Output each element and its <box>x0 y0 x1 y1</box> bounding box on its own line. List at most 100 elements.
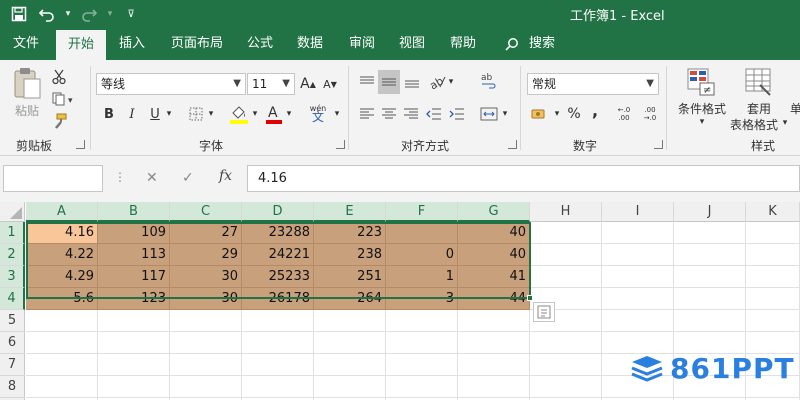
align-top-icon[interactable] <box>357 72 377 92</box>
row-header-7[interactable]: 7 <box>0 354 25 376</box>
cell-b2[interactable]: 113 <box>98 244 170 266</box>
cell-a3[interactable]: 4.29 <box>26 266 98 288</box>
redo-dropdown-icon[interactable]: ▾ <box>106 3 114 25</box>
cell-f8[interactable] <box>386 376 458 398</box>
cell-b8[interactable] <box>98 376 170 398</box>
conditional-formatting-label[interactable]: 条件格式 <box>676 100 728 116</box>
cell-i2[interactable] <box>602 244 674 266</box>
cell-a4[interactable]: 5.6 <box>26 288 98 310</box>
cell-j1[interactable] <box>674 222 746 244</box>
cell-b4[interactable]: 123 <box>98 288 170 310</box>
cell-f4[interactable]: 3 <box>386 288 458 310</box>
cell-styles-label[interactable]: 单 <box>790 100 800 116</box>
cell-g2[interactable]: 40 <box>458 244 530 266</box>
cell-c6[interactable] <box>170 332 242 354</box>
customize-qat-icon[interactable]: ⊽ <box>120 3 142 25</box>
cell-g6[interactable] <box>458 332 530 354</box>
select-all-corner[interactable] <box>0 202 25 222</box>
number-format-combo[interactable]: 常规 ▼ <box>527 73 659 95</box>
column-header-k[interactable]: K <box>746 202 800 222</box>
bold-button[interactable]: B <box>100 104 118 124</box>
cell-e1[interactable]: 223 <box>314 222 386 244</box>
cell-j2[interactable] <box>674 244 746 266</box>
cell-b5[interactable] <box>98 310 170 332</box>
row-header-6[interactable]: 6 <box>0 332 25 354</box>
italic-button[interactable]: I <box>123 104 141 124</box>
cell-b6[interactable] <box>98 332 170 354</box>
more-options-icon[interactable]: ⋮ <box>114 170 126 184</box>
cell-f3[interactable]: 1 <box>386 266 458 288</box>
row-header-2[interactable]: 2 <box>0 244 25 266</box>
cell-h6[interactable] <box>530 332 602 354</box>
cell-b3[interactable]: 117 <box>98 266 170 288</box>
font-launcher-icon[interactable] <box>336 140 345 149</box>
align-center-icon[interactable] <box>379 104 399 124</box>
accounting-format-icon[interactable] <box>528 104 552 124</box>
cut-icon[interactable] <box>50 68 68 86</box>
cell-e4[interactable]: 264 <box>314 288 386 310</box>
row-header-5[interactable]: 5 <box>0 310 25 332</box>
cell-i1[interactable] <box>602 222 674 244</box>
cell-c8[interactable] <box>170 376 242 398</box>
clipboard-launcher-icon[interactable] <box>76 140 85 149</box>
cell-g5[interactable] <box>458 310 530 332</box>
copy-icon[interactable]: ▾ <box>50 90 78 108</box>
cell-c3[interactable]: 30 <box>170 266 242 288</box>
grow-font-icon[interactable]: A ▲ <box>298 74 318 94</box>
cell-g4[interactable]: 44 <box>458 288 530 310</box>
decrease-indent-icon[interactable] <box>424 104 444 124</box>
align-bottom-icon[interactable] <box>402 72 422 92</box>
borders-dropdown-icon[interactable]: ▾ <box>206 106 216 122</box>
cell-k6[interactable] <box>746 332 800 354</box>
font-size-combo[interactable]: 11 ▼ <box>247 73 295 95</box>
cell-f7[interactable] <box>386 354 458 376</box>
cell-d8[interactable] <box>242 376 314 398</box>
cell-e8[interactable] <box>314 376 386 398</box>
cell-a1[interactable]: 4.16 <box>26 222 98 244</box>
tab-formulas[interactable]: 公式 <box>240 28 280 60</box>
tab-home[interactable]: 开始 <box>56 30 106 60</box>
row-header-4[interactable]: 4 <box>0 288 25 310</box>
column-header-h[interactable]: H <box>530 202 602 222</box>
enter-icon[interactable]: ✓ <box>182 170 194 186</box>
orientation-icon[interactable]: ab <box>426 72 448 92</box>
cell-c4[interactable]: 30 <box>170 288 242 310</box>
fill-color-dropdown-icon[interactable]: ▾ <box>250 106 260 122</box>
formula-input[interactable]: 4.16 <box>247 165 800 192</box>
undo-icon[interactable] <box>36 3 58 25</box>
cell-e5[interactable] <box>314 310 386 332</box>
alignment-launcher-icon[interactable] <box>508 140 517 149</box>
fill-handle[interactable] <box>527 295 533 301</box>
cell-g1[interactable]: 40 <box>458 222 530 244</box>
tab-search[interactable]: 搜索 <box>524 28 560 60</box>
cell-d4[interactable]: 26178 <box>242 288 314 310</box>
cell-f1[interactable] <box>386 222 458 244</box>
merge-dropdown-icon[interactable]: ▾ <box>500 106 510 122</box>
cell-c7[interactable] <box>170 354 242 376</box>
align-left-icon[interactable] <box>357 104 377 124</box>
cell-e6[interactable] <box>314 332 386 354</box>
phonetic-dropdown-icon[interactable]: ▾ <box>332 106 342 122</box>
cell-k3[interactable] <box>746 266 800 288</box>
conditional-formatting-icon[interactable]: ≠ <box>684 66 718 98</box>
row-header-3[interactable]: 3 <box>0 266 25 288</box>
font-name-combo[interactable]: 等线 ▼ <box>96 73 246 95</box>
tab-help[interactable]: 帮助 <box>443 28 483 60</box>
cell-h1[interactable] <box>530 222 602 244</box>
column-header-g[interactable]: G <box>458 202 530 222</box>
cell-k1[interactable] <box>746 222 800 244</box>
cell-j5[interactable] <box>674 310 746 332</box>
align-middle-icon[interactable] <box>378 70 400 94</box>
font-color-icon[interactable]: A <box>264 102 284 126</box>
cell-g7[interactable] <box>458 354 530 376</box>
undo-dropdown-icon[interactable]: ▾ <box>64 3 72 25</box>
cell-i5[interactable] <box>602 310 674 332</box>
phonetic-icon[interactable]: wén 文 <box>304 100 332 126</box>
cell-h2[interactable] <box>530 244 602 266</box>
cell-g8[interactable] <box>458 376 530 398</box>
cell-h3[interactable] <box>530 266 602 288</box>
row-header-1[interactable]: 1 <box>0 222 25 244</box>
cell-i3[interactable] <box>602 266 674 288</box>
decrease-decimal-button[interactable]: .00 →.0 <box>638 104 662 124</box>
cell-j6[interactable] <box>674 332 746 354</box>
